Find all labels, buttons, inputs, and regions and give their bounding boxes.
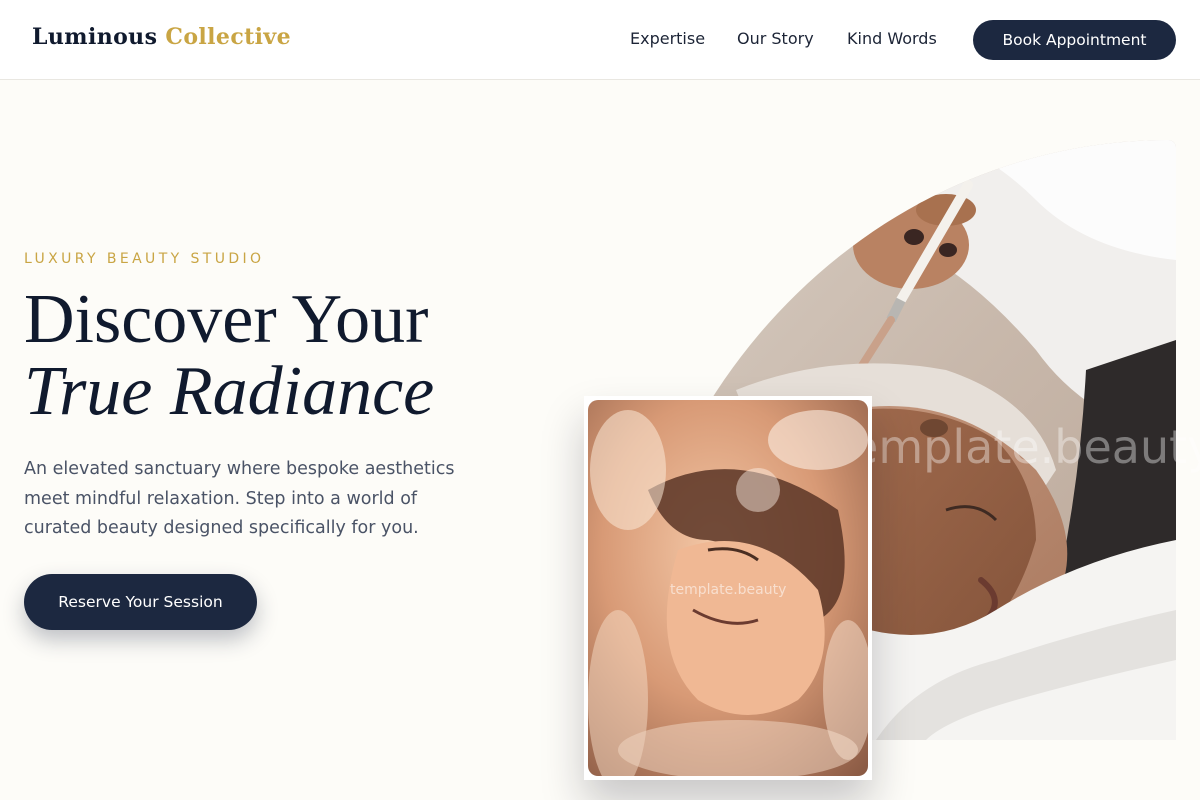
hero-inset-photo: template.beauty — [588, 400, 868, 776]
nav-link-kind-words[interactable]: Kind Words — [847, 29, 937, 48]
hero-eyebrow: LUXURY BEAUTY STUDIO — [24, 251, 265, 267]
nav-link-our-story[interactable]: Our Story — [737, 29, 814, 48]
hero-headline-line-2: True Radiance — [24, 353, 435, 430]
hero-headline: Discover Your True Radiance — [24, 284, 434, 428]
hero-description: An elevated sanctuary where bespoke aest… — [24, 459, 455, 538]
book-appointment-button[interactable]: Book Appointment — [973, 20, 1176, 60]
site-header: Luminous Collective Expertise Our Story … — [0, 0, 1200, 80]
logo-primary-text: Luminous — [32, 24, 158, 50]
logo-accent-text: Collective — [165, 24, 292, 50]
logo[interactable]: Luminous Collective — [32, 24, 291, 50]
nav-link-expertise[interactable]: Expertise — [630, 29, 705, 48]
hero-headline-line-1: Discover Your — [24, 281, 429, 358]
inset-photo-watermark: template.beauty — [670, 582, 787, 598]
reserve-session-button[interactable]: Reserve Your Session — [24, 574, 257, 630]
hero-inset-card: template.beauty — [584, 396, 872, 780]
